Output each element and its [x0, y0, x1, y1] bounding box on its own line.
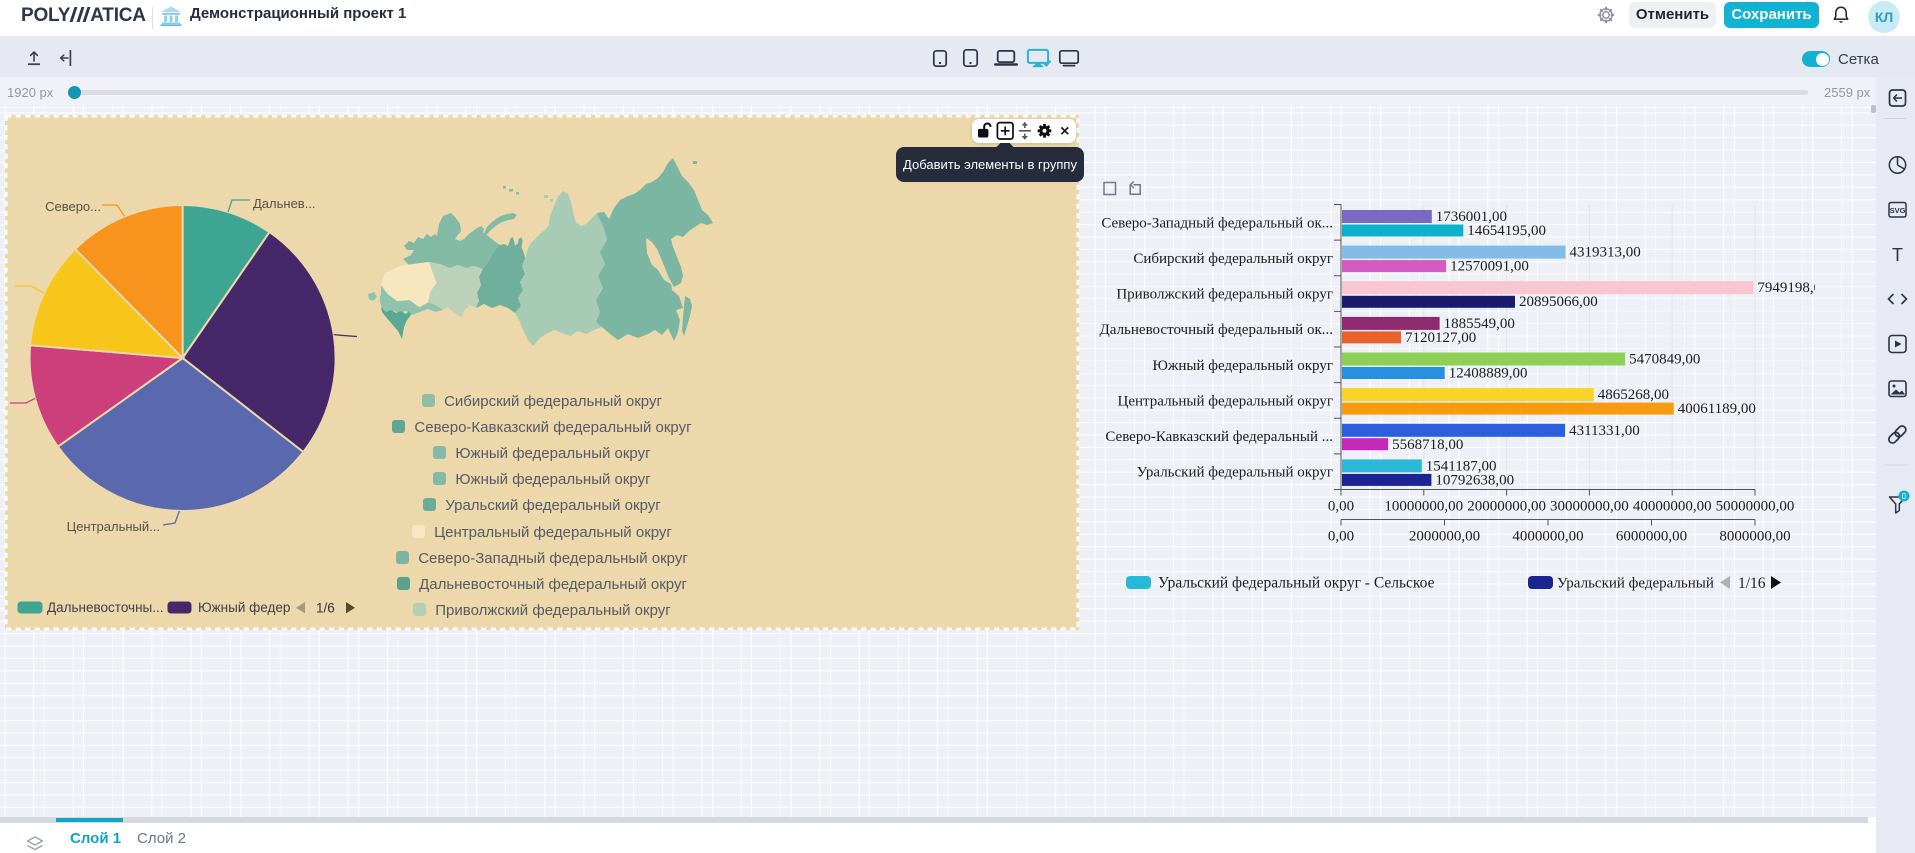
svg-text:20000000,00: 20000000,00: [1467, 499, 1546, 515]
svg-text:7949198,00: 7949198,00: [1757, 280, 1815, 296]
svg-text:Центральный федеральный округ: Центральный федеральный округ: [1118, 393, 1333, 409]
svg-text:1/6: 1/6: [316, 601, 335, 616]
svg-text:40000000,00: 40000000,00: [1633, 499, 1712, 515]
svg-text:5470849,00: 5470849,00: [1629, 352, 1700, 368]
svg-text:Дальнев...: Дальнев...: [253, 196, 316, 211]
svg-text:7120127,00: 7120127,00: [1405, 330, 1476, 346]
svg-text:Дальневосточны...: Дальневосточны...: [47, 600, 164, 615]
svg-text:Дальневосточный федеральный ок: Дальневосточный федеральный ок...: [1100, 322, 1333, 338]
svg-text:1/16: 1/16: [1738, 575, 1766, 592]
svg-text:4000000,00: 4000000,00: [1512, 529, 1583, 545]
svg-text:0: 0: [1902, 492, 1907, 501]
svg-text:12408889,00: 12408889,00: [1449, 366, 1528, 382]
svg-text:Северо-Кавказский федеральный: Северо-Кавказский федеральный ...: [1105, 429, 1333, 445]
svg-text:SVG: SVG: [1890, 206, 1906, 215]
svg-text:50000000,00: 50000000,00: [1716, 499, 1795, 515]
svg-text:10000000,00: 10000000,00: [1384, 499, 1463, 515]
svg-text:40061189,00: 40061189,00: [1678, 401, 1756, 417]
svg-text:0,00: 0,00: [1328, 529, 1354, 545]
svg-text:Северо...: Северо...: [45, 199, 101, 214]
svg-text:20895066,00: 20895066,00: [1519, 294, 1598, 310]
svg-text:T: T: [1892, 245, 1903, 265]
svg-text:4319313,00: 4319313,00: [1570, 245, 1641, 261]
svg-text:Южный федер: Южный федер: [198, 600, 290, 615]
svg-text:0,00: 0,00: [1328, 499, 1354, 515]
svg-text:30000000,00: 30000000,00: [1550, 499, 1629, 515]
svg-text:12570091,00: 12570091,00: [1450, 259, 1529, 275]
svg-text:Южный федеральный округ: Южный федеральный округ: [1152, 358, 1333, 374]
svg-text:4865268,00: 4865268,00: [1598, 387, 1669, 403]
svg-text:10792638,00: 10792638,00: [1435, 472, 1514, 488]
svg-text:Сибирский федеральный округ: Сибирский федеральный округ: [1133, 251, 1333, 267]
svg-text:5568718,00: 5568718,00: [1392, 437, 1463, 453]
svg-text:2000000,00: 2000000,00: [1409, 529, 1480, 545]
svg-text:Уральский федеральный округ -: Уральский федеральный округ - Сельское: [1158, 575, 1435, 592]
svg-text:Уральский федеральный округ: Уральский федеральный округ: [1137, 465, 1333, 481]
svg-text:4311331,00: 4311331,00: [1569, 423, 1640, 439]
svg-text:6000000,00: 6000000,00: [1616, 529, 1687, 545]
svg-text:14654195,00: 14654195,00: [1467, 223, 1546, 239]
svg-text:Уральский федеральный: Уральский федеральный: [1557, 576, 1714, 592]
svg-text:8000000,00: 8000000,00: [1719, 529, 1790, 545]
svg-text:Северо-Западный федеральный ок: Северо-Западный федеральный ок...: [1101, 215, 1333, 231]
svg-text:Центральный...: Центральный...: [67, 519, 160, 534]
svg-text:Приволжский федеральный округ: Приволжский федеральный округ: [1116, 287, 1333, 303]
